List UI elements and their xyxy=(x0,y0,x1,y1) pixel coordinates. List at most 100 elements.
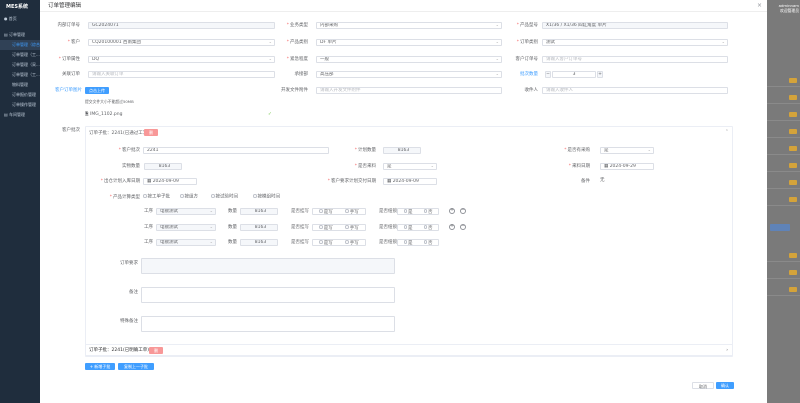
remove-row-icon[interactable]: − xyxy=(460,224,466,230)
order-attr-select[interactable]: DQ xyxy=(88,56,275,63)
sub-batch-tab-1[interactable]: 订单子批：2241(已通过工艺) xyxy=(89,131,149,137)
radio-icon xyxy=(423,240,427,244)
close-icon[interactable]: × xyxy=(757,2,762,9)
quality-toggle[interactable]: 是否 xyxy=(397,208,439,215)
sidebar-item-material[interactable]: 物料管理 xyxy=(0,80,40,90)
process-select[interactable]: 电镀测试 xyxy=(156,224,216,231)
batch-count-field[interactable]: 3 xyxy=(552,71,596,78)
urgency-select[interactable]: 一般 xyxy=(316,56,502,63)
biz-type-select[interactable]: 内部采购 xyxy=(316,22,502,29)
hook-toggle[interactable]: 是写 手写 xyxy=(312,208,366,215)
collapse-icon[interactable]: ˄ xyxy=(726,130,728,136)
hook-toggle[interactable]: 是写 手写 xyxy=(312,224,366,231)
order-no-field[interactable]: GC2024071 xyxy=(88,22,275,29)
process-select[interactable]: 电镀测试 xyxy=(156,208,216,215)
customer-select[interactable]: CQ20100001 西南集团 xyxy=(88,39,275,46)
order-req-textarea[interactable] xyxy=(141,258,395,274)
user-role: 欢迎管理员 xyxy=(780,8,799,13)
has-material-select[interactable]: 是 xyxy=(383,163,437,170)
sidebar-item-order-work[interactable]: 订单管理（工...） xyxy=(0,50,40,60)
status-badge xyxy=(789,129,797,134)
product-category-select[interactable]: DF 单片 xyxy=(316,39,502,46)
customer-date-picker[interactable]: ▦ 2024-09-09 xyxy=(383,178,437,185)
radio-icon xyxy=(423,225,427,229)
order-edit-dialog: 订单管理编辑 × 内部订单号 GC2024071 *业务类型 内部采购 *产品型… xyxy=(40,0,767,403)
table-row xyxy=(767,143,800,155)
radio-icon xyxy=(143,194,147,198)
add-row-icon[interactable]: + xyxy=(449,208,455,214)
status-badge xyxy=(789,270,797,275)
approval-input[interactable]: 请输入开发文件附件 xyxy=(316,87,502,94)
plan-qty-field[interactable]: 8163 xyxy=(383,147,421,154)
product-type-option-1[interactable]: 按工单子批 xyxy=(143,194,170,200)
customer-date-label: *客户要求计划交付日期 xyxy=(327,179,376,184)
status-badge xyxy=(789,253,797,258)
quality-toggle[interactable]: 是否 xyxy=(397,224,439,231)
arrival-date-picker[interactable]: ▦ 2024-09-29 xyxy=(600,163,654,170)
table-row xyxy=(767,194,800,206)
radio-icon xyxy=(180,194,184,198)
sidebar-item-order-general[interactable]: 订单管理（综合） xyxy=(0,40,40,50)
add-row-icon[interactable]: + xyxy=(449,224,455,230)
product-type-option-4[interactable]: 按模组时间 xyxy=(253,194,280,200)
batch-plus-button[interactable]: + xyxy=(597,71,603,78)
order-no-label: 内部订单号 xyxy=(57,23,81,28)
customer-batch-input[interactable]: 2241 xyxy=(143,147,329,154)
special-note-label: 特殊备注 xyxy=(120,319,138,324)
sidebar-item-workshop[interactable]: ▤ 车间管理 xyxy=(0,110,40,120)
delete-batch-button[interactable]: 删 xyxy=(149,347,163,354)
sidebar-item-order-work-2[interactable]: 订单管理（工...） xyxy=(0,70,40,80)
process-select[interactable]: 电镀测试 xyxy=(156,239,216,246)
factory-date-picker[interactable]: ▦ 2024-09-09 xyxy=(143,178,197,185)
has-spare-select[interactable]: 是 xyxy=(600,147,654,154)
customer-order-no-input[interactable]: 请输入客户订单号 xyxy=(542,56,728,63)
radio-icon xyxy=(345,240,349,244)
copy-batch-button[interactable]: 复制上一子批 xyxy=(118,363,154,370)
add-batch-button[interactable]: + 新增子批 xyxy=(85,363,115,370)
product-type-option-3[interactable]: 按试验时间 xyxy=(211,194,238,200)
remove-row-icon[interactable]: − xyxy=(460,208,466,214)
sidebar-item-order-mgmt[interactable]: ▤ 订单管理 xyxy=(0,30,40,40)
app-title: MES系统 xyxy=(6,4,28,10)
sales-dept-select[interactable]: 高压部 xyxy=(316,71,502,78)
expand-icon[interactable]: › xyxy=(726,348,728,354)
quality-toggle[interactable]: 是否 xyxy=(397,239,439,246)
qty-field[interactable]: 8163 xyxy=(240,224,278,231)
sidebar-item-home[interactable]: ● 首页 xyxy=(0,14,40,24)
cancel-button[interactable]: 取消 xyxy=(692,382,714,389)
radio-icon xyxy=(403,209,407,213)
product-model-label: *产品型号 xyxy=(516,23,538,28)
note-label: 备注 xyxy=(129,290,138,295)
sidebar-item-order-purchase[interactable]: 订单管理（采...） xyxy=(0,60,40,70)
delete-batch-button[interactable]: 删 xyxy=(144,129,158,136)
upload-button[interactable]: 点击上传 xyxy=(85,87,109,94)
file-item[interactable]: 🗎 IMG_1102.png xyxy=(85,112,122,118)
sidebar-item-quote[interactable]: 订单报价管理 xyxy=(0,90,40,100)
product-model-field[interactable]: X1/36 / X1/36 四缸角度 单片 xyxy=(542,22,728,29)
plan-qty-label: *计划数量 xyxy=(354,148,376,153)
background-table: adminnam 欢迎管理员 xyxy=(767,0,800,403)
qty-label: 数量 xyxy=(228,209,237,214)
product-type-option-2[interactable]: 按组方 xyxy=(180,194,198,200)
sidebar-item-operation[interactable]: 订单操作管理 xyxy=(0,100,40,110)
process-label: 工序 xyxy=(144,225,153,230)
sub-batch-panel-2: 订单子批：2241(已明确工单) 删 › xyxy=(85,344,733,357)
qty-field[interactable]: 8163 xyxy=(240,239,278,246)
note-textarea[interactable] xyxy=(141,287,395,303)
qty-field[interactable]: 8163 xyxy=(240,208,278,215)
batch-minus-button[interactable]: − xyxy=(545,71,551,78)
sales-dept-label: 承接部 xyxy=(294,72,309,77)
actual-qty-field[interactable]: 8163 xyxy=(144,163,182,170)
status-badge xyxy=(789,287,797,292)
radio-icon xyxy=(403,240,407,244)
table-row xyxy=(767,126,800,138)
background-button xyxy=(770,224,790,231)
special-note-textarea[interactable] xyxy=(141,316,395,332)
hook-toggle[interactable]: 是写 手写 xyxy=(312,239,366,246)
table-row xyxy=(767,75,800,87)
confirm-button[interactable]: 确认 xyxy=(716,382,734,389)
sub-batch-tab-2[interactable]: 订单子批：2241(已明确工单) xyxy=(89,348,149,354)
order-category-select[interactable]: 测试 xyxy=(542,39,728,46)
receiver-input[interactable]: 请输入收件人 xyxy=(542,87,728,94)
related-order-input[interactable]: 请输入关联订单 xyxy=(88,71,275,78)
